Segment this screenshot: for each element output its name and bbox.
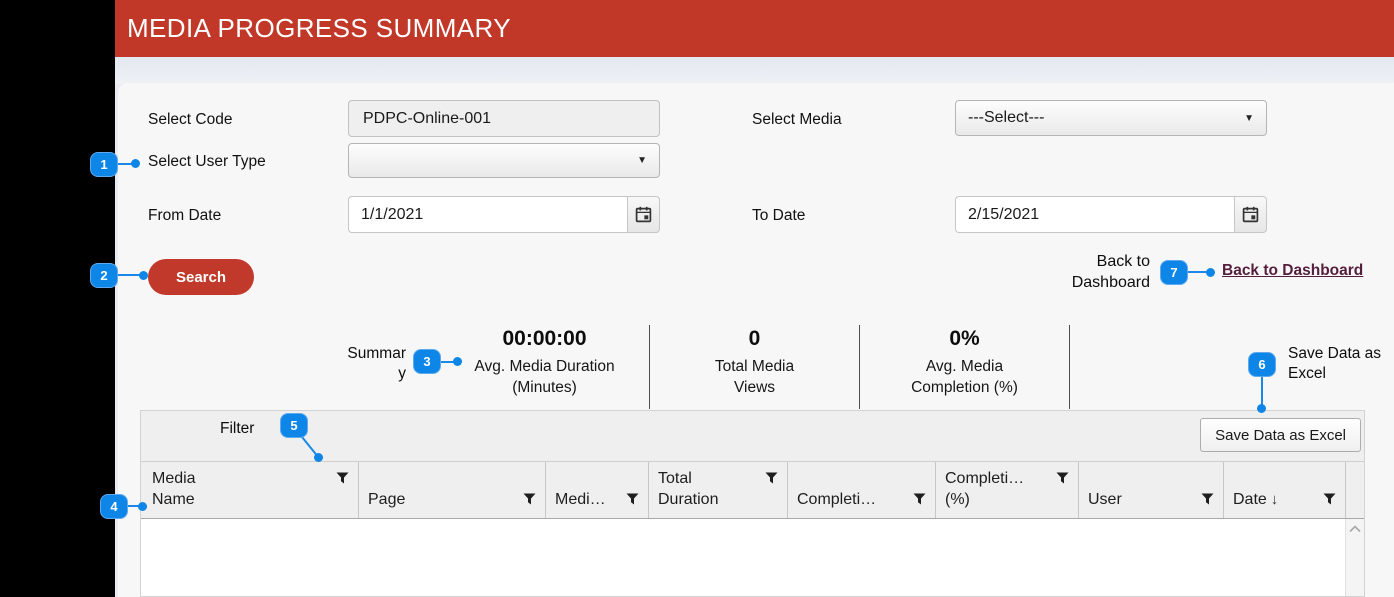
stat-label: Total Media [650,356,859,377]
column-caption: (%) [945,489,1056,510]
column-caption: Completi… [797,489,913,510]
filter-funnel-icon[interactable] [523,493,536,505]
select-media-value: ---Select--- [968,109,1044,127]
select-user-type-dropdown[interactable]: ▼ [348,143,660,178]
callout-badge-2: 2 [90,263,118,288]
column-header-media-name[interactable]: MediaName [141,462,359,518]
callout-dot [131,159,140,168]
filter-funnel-icon[interactable] [913,493,926,505]
callout-dot [1206,268,1215,277]
chevron-down-icon: ▼ [1244,113,1254,124]
filter-funnel-icon[interactable] [1323,493,1336,505]
filter-funnel-icon[interactable] [336,472,349,484]
column-caption: User [1088,489,1201,510]
filter-funnel-icon[interactable] [1056,472,1069,484]
screen: MEDIA PROGRESS SUMMARY Select Code Selec… [0,0,1394,597]
annotation-back-to-dashboard-label: Back to Dashboard [1060,251,1150,293]
select-code-label: Select Code [148,110,232,130]
stat-label: Avg. Media [860,356,1069,377]
to-date-calendar-button[interactable] [1234,196,1267,233]
callout-dot [139,271,148,280]
select-code-input[interactable] [348,100,660,137]
grid-body [141,519,1364,596]
scroll-up-icon[interactable] [1349,525,1361,533]
data-grid: Save Data as Excel MediaName Page Medi… [140,410,1365,597]
filter-funnel-icon[interactable] [765,472,778,484]
callout-connector [1188,271,1207,273]
from-date-group [348,196,660,233]
annotation-summary-label: Summary [346,344,406,384]
stat-total-media-views: 0 Total Media Views [650,325,860,409]
from-date-calendar-button[interactable] [627,196,660,233]
search-button[interactable]: Search [148,259,254,295]
page-header: MEDIA PROGRESS SUMMARY [115,0,1394,57]
select-media-label: Select Media [752,110,842,130]
save-data-as-excel-button[interactable]: Save Data as Excel [1200,418,1361,452]
column-caption: Duration [658,489,765,510]
annotation-filter-label: Filter [220,419,254,439]
callout-dot [314,453,323,462]
stat-value: 0% [860,327,1069,351]
column-caption: Date [1233,491,1267,508]
stat-label: Avg. Media Duration [440,356,649,377]
select-media-dropdown[interactable]: ---Select--- ▼ [955,100,1267,136]
filter-funnel-icon[interactable] [1201,493,1214,505]
stat-label: Completion (%) [860,377,1069,398]
calendar-icon [1242,206,1259,223]
chevron-down-icon: ▼ [637,155,647,166]
stat-avg-media-completion: 0% Avg. Media Completion (%) [860,325,1070,409]
stat-avg-media-duration: 00:00:00 Avg. Media Duration (Minutes) [440,325,650,409]
grid-header-row: MediaName Page Medi… TotalDuration [141,462,1364,519]
callout-connector [1261,377,1263,405]
callout-badge-7: 7 [1160,260,1188,285]
back-to-dashboard-link[interactable]: Back to Dashboard [1222,262,1363,280]
callout-connector [118,274,141,276]
stat-value: 0 [650,327,859,351]
summary-stats: 00:00:00 Avg. Media Duration (Minutes) 0… [440,325,1070,409]
column-header-total-duration[interactable]: TotalDuration [649,462,788,518]
column-header-completion[interactable]: Completi… [788,462,936,518]
column-header-media[interactable]: Medi… [546,462,649,518]
column-caption: Page [368,489,523,510]
from-date-label: From Date [148,206,221,226]
column-caption: Total [658,468,765,489]
column-header-date[interactable]: Date↓ [1224,462,1346,518]
select-user-type-label: Select User Type [148,152,266,172]
sort-descending-icon: ↓ [1271,491,1279,508]
callout-badge-3: 3 [413,349,441,374]
callout-connector [118,163,132,165]
stat-label: (Minutes) [440,377,649,398]
callout-dot [453,357,462,366]
column-caption: Medi… [555,489,626,510]
stat-label: Views [650,377,859,398]
annotation-save-excel-label: Save Data as Excel [1288,344,1394,384]
column-caption: Name [152,489,336,510]
callout-badge-1: 1 [90,152,118,177]
column-caption: Media [152,468,336,489]
left-black-strip [0,0,115,597]
callout-dot [1257,404,1266,413]
vertical-scrollbar[interactable] [1345,519,1364,596]
calendar-icon [635,206,652,223]
callout-badge-4: 4 [100,494,128,519]
from-date-input[interactable] [348,196,627,233]
grid-toolbar: Save Data as Excel [141,411,1364,462]
column-header-user[interactable]: User [1079,462,1224,518]
to-date-group [955,196,1267,233]
filter-funnel-icon[interactable] [626,493,639,505]
callout-badge-6: 6 [1248,352,1276,377]
column-header-completion-pct[interactable]: Completi…(%) [936,462,1079,518]
page-title: MEDIA PROGRESS SUMMARY [127,0,511,57]
stat-value: 00:00:00 [440,327,649,351]
column-header-page[interactable]: Page [359,462,546,518]
to-date-label: To Date [752,206,805,226]
callout-badge-5: 5 [280,413,308,438]
column-caption: Completi… [945,468,1056,489]
to-date-input[interactable] [955,196,1234,233]
header-shadow-strip [115,57,1394,84]
column-header-filler [1346,462,1364,518]
callout-dot [138,502,147,511]
